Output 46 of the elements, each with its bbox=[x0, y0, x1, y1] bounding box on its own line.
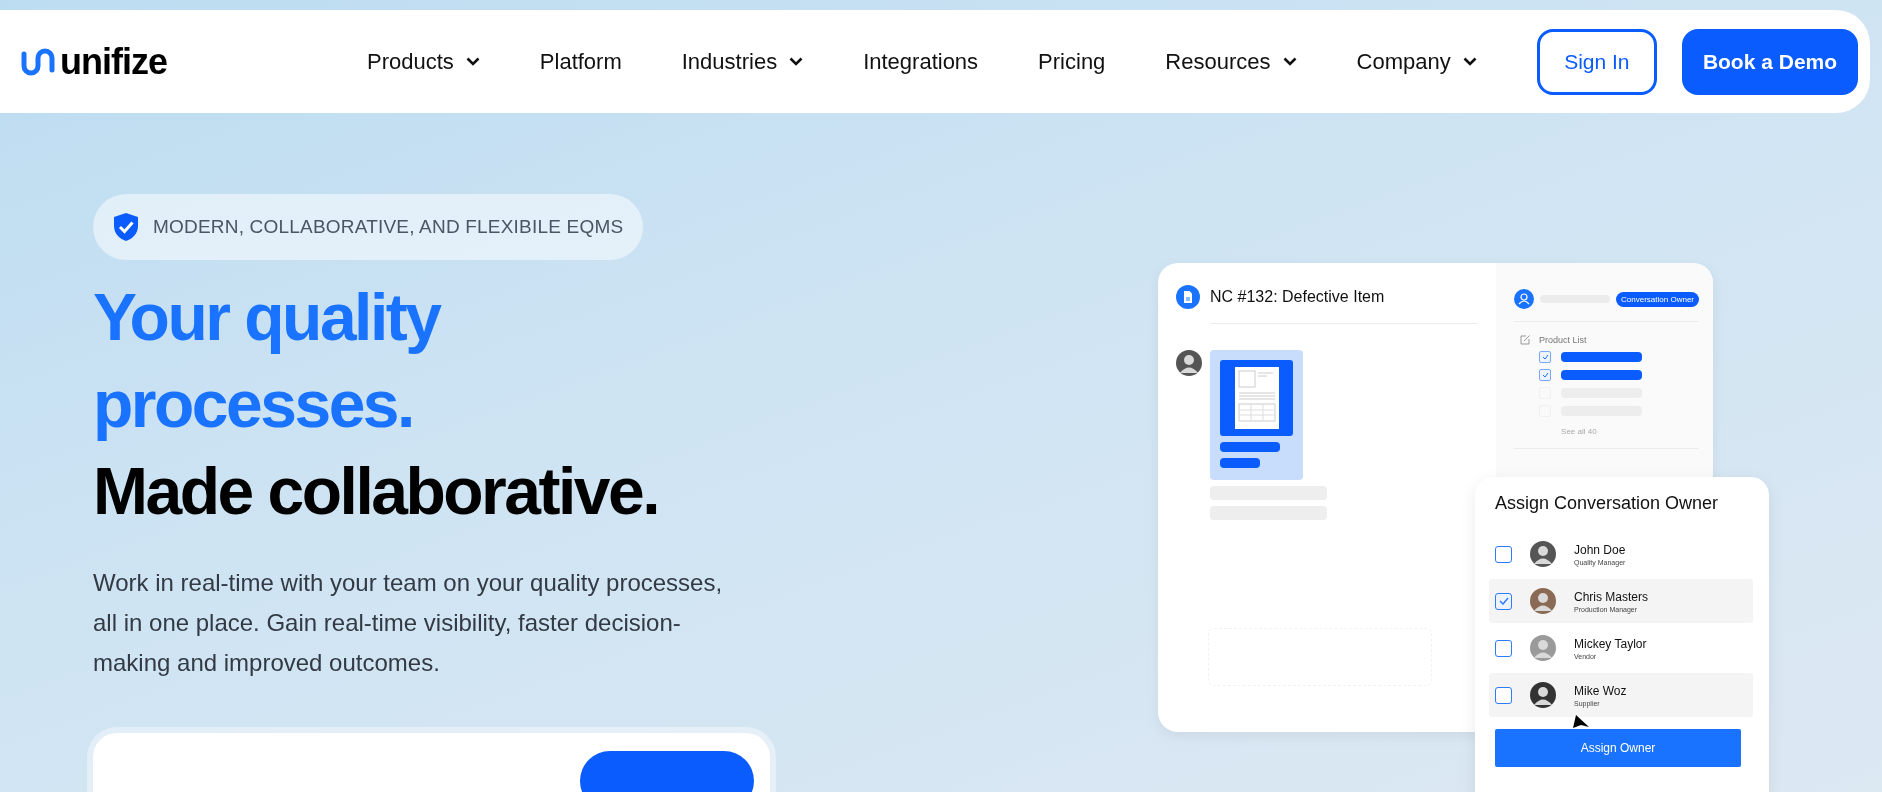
nav-link[interactable]: Products bbox=[367, 48, 480, 75]
text-bar bbox=[1220, 442, 1280, 452]
nav-link[interactable]: Resources bbox=[1165, 48, 1297, 75]
avatar-icon bbox=[1530, 682, 1556, 708]
checkbox[interactable] bbox=[1495, 686, 1512, 704]
badge-text: MODERN, COLLABORATIVE, AND FLEXIBILE EQMS bbox=[153, 216, 624, 238]
edit-icon bbox=[1520, 334, 1532, 345]
document-icon bbox=[1176, 285, 1200, 309]
person-name: Chris Masters bbox=[1574, 589, 1648, 604]
nav-link[interactable]: Pricing bbox=[1038, 48, 1106, 75]
person-name: John Doe bbox=[1574, 542, 1626, 557]
nav-link[interactable]: Integrations bbox=[863, 48, 979, 75]
heading-accent: Your quality bbox=[93, 279, 442, 356]
dialog-title: Assign Conversation Owner bbox=[1495, 493, 1720, 514]
checkbox[interactable] bbox=[1495, 639, 1512, 657]
avatar-icon bbox=[1176, 350, 1202, 376]
person-name: Mickey Taylor bbox=[1574, 636, 1647, 651]
checkbox[interactable] bbox=[1539, 369, 1552, 381]
document-thumbnail-icon bbox=[1234, 367, 1279, 429]
person-name: Mike Woz bbox=[1574, 683, 1627, 698]
list-title: Product List bbox=[1539, 334, 1587, 345]
conversation-title: NC #132: Defective Item bbox=[1210, 288, 1385, 306]
logo-icon bbox=[20, 47, 56, 76]
nav-link[interactable]: Platform bbox=[539, 48, 622, 75]
checkbox[interactable] bbox=[1495, 545, 1512, 563]
checkmark-icon bbox=[1498, 597, 1509, 605]
heading: Made collaborative. bbox=[93, 453, 659, 530]
avatar-icon bbox=[1530, 541, 1556, 567]
avatar-icon bbox=[1530, 635, 1556, 661]
owner-tag: Conversation Owner bbox=[1616, 291, 1699, 307]
logo-text[interactable]: unifize bbox=[60, 40, 167, 83]
checkmark-icon bbox=[1541, 354, 1549, 360]
nav-link[interactable]: Company bbox=[1356, 48, 1477, 75]
avatar-icon bbox=[1530, 588, 1556, 614]
checkbox[interactable] bbox=[1539, 351, 1552, 363]
sign-in-button[interactable]: Sign In bbox=[1536, 28, 1657, 95]
checkmark-icon bbox=[1541, 372, 1549, 378]
heading-accent: processes. bbox=[93, 366, 414, 443]
user-icon bbox=[1514, 289, 1535, 309]
book-demo-button[interactable]: Book a Demo bbox=[1681, 28, 1858, 95]
checkbox[interactable] bbox=[1495, 592, 1512, 610]
text-bar bbox=[1220, 458, 1260, 468]
description: Work in real-time with your team on your quality processes, all in one place. Gain real-time visibility, faster decision-making and improved outcomes. bbox=[93, 568, 724, 678]
assign-owner-button[interactable]: Assign Owner bbox=[1495, 729, 1741, 767]
shield-check-icon bbox=[113, 212, 139, 242]
nav-link[interactable]: Industries bbox=[681, 48, 804, 75]
